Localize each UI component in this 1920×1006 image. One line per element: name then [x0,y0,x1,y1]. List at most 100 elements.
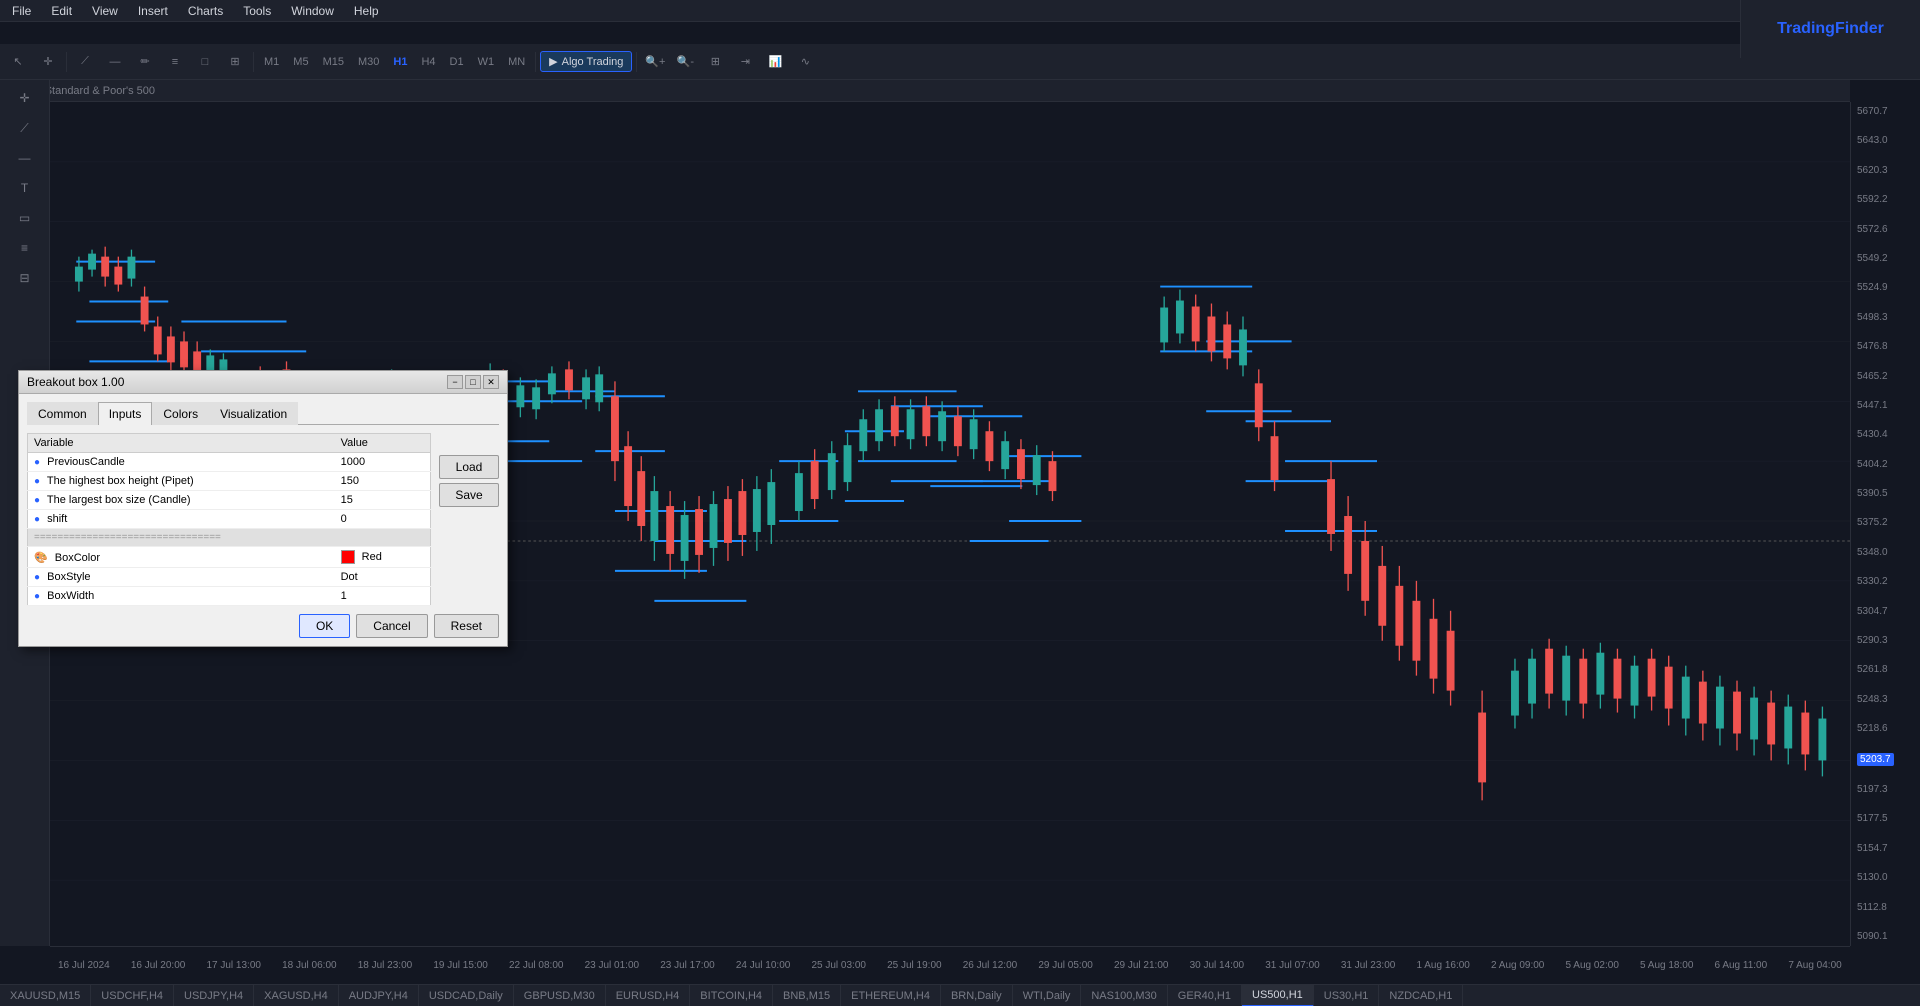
tab-usdcad-daily[interactable]: USDCAD,Daily [419,985,514,1006]
chart-type-tool[interactable]: 📊 [761,48,789,76]
text-left[interactable]: T [9,174,41,202]
price-level-24: 5177.5 [1857,813,1894,824]
tab-bitcoin-h4[interactable]: BITCOIN,H4 [690,985,773,1006]
tab-bar: XAUUSD,M15 USDCHF,H4 USDJPY,H4 XAGUSD,H4… [0,984,1920,1006]
pencil-tool[interactable]: ✏ [131,48,159,76]
grid-tool[interactable]: ⊞ [701,48,729,76]
dialog-tab-visualization[interactable]: Visualization [209,402,298,425]
dialog-titlebar[interactable]: Breakout box 1.00 − □ ✕ [19,371,507,394]
cancel-button[interactable]: Cancel [356,614,427,638]
tab-xauusd-m15[interactable]: XAUUSD,M15 [0,985,91,1006]
tab-us500-h1[interactable]: US500,H1 [1242,985,1314,1006]
hline-left[interactable]: — [9,144,41,172]
algo-trading-button[interactable]: ▶ Algo Trading [540,51,632,72]
dialog-body: Common Inputs Colors Visualization Varia… [19,394,507,646]
tab-bnb-m15[interactable]: BNB,M15 [773,985,841,1006]
dialog-minimize[interactable]: − [447,375,463,389]
auto-scroll-tool[interactable]: ⇥ [731,48,759,76]
row-val-3[interactable]: 0 [335,510,431,529]
tab-ethereum-h4[interactable]: ETHEREUM,H4 [841,985,941,1006]
tab-us30-h1[interactable]: US30,H1 [1314,985,1380,1006]
tab-ger40-h1[interactable]: GER40,H1 [1168,985,1242,1006]
reset-button[interactable]: Reset [434,614,499,638]
table-row: ● The highest box height (Pipet) 150 [28,472,431,491]
row-var-text-5: BoxColor [55,552,100,564]
menu-insert[interactable]: Insert [134,2,172,20]
price-level-7: 5524.9 [1857,282,1894,293]
price-level-3: 5620.3 [1857,165,1894,176]
time-label-22: 6 Aug 11:00 [1715,960,1768,971]
tab-eurusd-h4[interactable]: EURUSD,H4 [606,985,691,1006]
channel-tool[interactable]: ≡ [161,48,189,76]
tf-m1[interactable]: M1 [258,51,285,73]
tab-usdchf-h4[interactable]: USDCHF,H4 [91,985,174,1006]
row-var-0: ● PreviousCandle [28,453,335,472]
tab-gbpusd-m30[interactable]: GBPUSD,M30 [514,985,606,1006]
tf-h1[interactable]: H1 [387,51,413,73]
fib-tool[interactable]: ⊞ [221,48,249,76]
price-level-14: 5390.5 [1857,488,1894,499]
tf-w1[interactable]: W1 [472,51,501,73]
dialog-tab-common[interactable]: Common [27,402,98,425]
color-swatch-red[interactable] [341,550,355,564]
price-level-18: 5304.7 [1857,606,1894,617]
row-var-2: ● The largest box size (Candle) [28,491,335,510]
indicator-tool[interactable]: ∿ [791,48,819,76]
tab-nas100-m30[interactable]: NAS100,M30 [1081,985,1167,1006]
load-button[interactable]: Load [439,455,499,479]
menu-tools[interactable]: Tools [239,2,275,20]
row-val-6[interactable]: Dot [335,568,431,587]
row-val-2[interactable]: 15 [335,491,431,510]
zoom-in-tool[interactable]: 🔍+ [641,48,669,76]
dialog-tab-colors[interactable]: Colors [152,402,209,425]
hline-tool[interactable]: — [101,48,129,76]
tf-h4[interactable]: H4 [415,51,441,73]
row-val-1[interactable]: 150 [335,472,431,491]
tab-audjpy-h4[interactable]: AUDJPY,H4 [339,985,419,1006]
row-icon-3: ● [34,514,40,525]
price-level-12: 5430.4 [1857,429,1894,440]
row-val-7[interactable]: 1 [335,587,431,606]
time-label-0: 16 Jul 2024 [58,960,110,971]
dialog-maximize[interactable]: □ [465,375,481,389]
channel-left[interactable]: ≡ [9,234,41,262]
table-row: ● BoxWidth 1 [28,587,431,606]
tab-usdjpy-h4[interactable]: USDJPY,H4 [174,985,254,1006]
time-label-4: 18 Jul 23:00 [358,960,413,971]
fib-left[interactable]: ⊟ [9,264,41,292]
tab-nzdcad-h1[interactable]: NZDCAD,H1 [1379,985,1463,1006]
zoom-out-tool[interactable]: 🔍- [671,48,699,76]
dialog-close[interactable]: ✕ [483,375,499,389]
tf-m30[interactable]: M30 [352,51,385,73]
menu-view[interactable]: View [88,2,122,20]
menu-window[interactable]: Window [287,2,338,20]
menu-edit[interactable]: Edit [47,2,76,20]
menu-file[interactable]: File [8,2,35,20]
line-left[interactable]: ⟋ [9,114,41,142]
tab-xagusd-h4[interactable]: XAGUSD,H4 [254,985,339,1006]
tf-d1[interactable]: D1 [444,51,470,73]
row-val-5[interactable]: Red [335,547,431,568]
cursor-tool[interactable]: ↖ [4,48,32,76]
menu-help[interactable]: Help [350,2,383,20]
row-var-text-6: BoxStyle [47,571,90,583]
time-label-17: 31 Jul 23:00 [1341,960,1396,971]
shapes-tool[interactable]: □ [191,48,219,76]
row-icon-2: ● [34,495,40,506]
tab-brn-daily[interactable]: BRN,Daily [941,985,1013,1006]
save-button[interactable]: Save [439,483,499,507]
tf-m5[interactable]: M5 [287,51,314,73]
row-val-0[interactable]: 1000 [335,453,431,472]
tf-m15[interactable]: M15 [317,51,350,73]
row-var-3: ● shift [28,510,335,529]
ok-button[interactable]: OK [299,614,350,638]
time-label-16: 31 Jul 07:00 [1265,960,1320,971]
tf-mn[interactable]: MN [502,51,531,73]
tab-wti-daily[interactable]: WTI,Daily [1013,985,1082,1006]
dialog-tab-inputs[interactable]: Inputs [98,402,153,425]
rect-left[interactable]: ▭ [9,204,41,232]
line-tool[interactable]: ⟋ [71,48,99,76]
menu-charts[interactable]: Charts [184,2,227,20]
crosshair-left[interactable]: ✛ [9,84,41,112]
crosshair-tool[interactable]: ✛ [34,48,62,76]
